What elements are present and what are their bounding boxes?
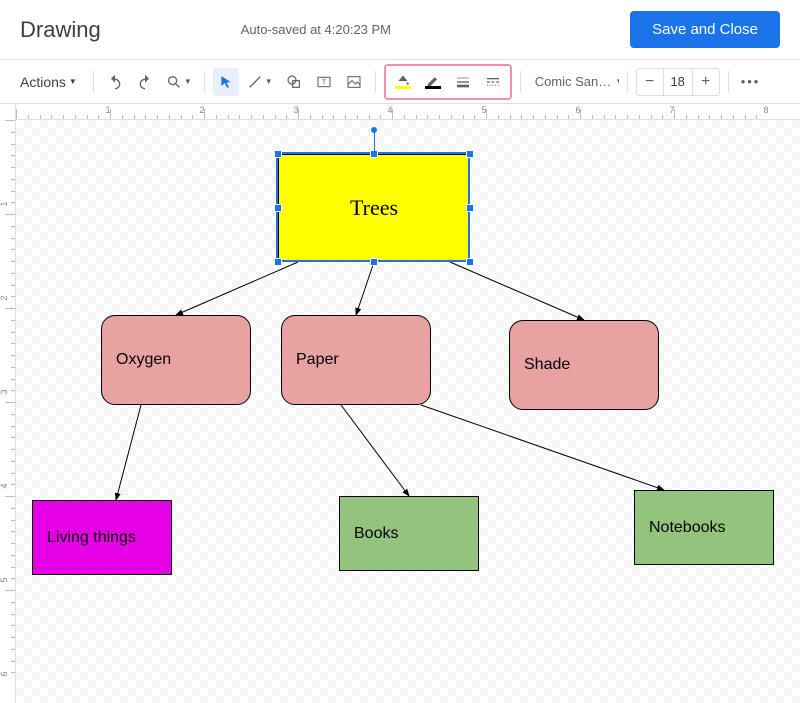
redo-icon [137,74,153,90]
font-size-input[interactable]: 18 [663,69,693,95]
dialog-title: Drawing [20,17,101,43]
line-icon [247,74,263,90]
image-tool[interactable] [341,68,367,96]
more-options-button[interactable]: ••• [737,68,765,96]
border-color-button[interactable] [420,68,446,96]
chevron-down-icon: ▼ [265,77,273,86]
undo-icon [107,74,123,90]
toolbar-separator [728,71,729,93]
redo-button[interactable] [132,68,158,96]
drawing-canvas[interactable]: Trees Oxygen Paper Shade Living things Books N… [16,120,800,703]
font-name-label: Comic San… [535,74,612,89]
shape-label: Living things [47,529,136,547]
zoom-menu[interactable]: ▼ [162,68,196,96]
font-family-select[interactable]: Comic San… ▼ [529,74,619,89]
selection-handle[interactable] [274,150,282,158]
border-dash-button[interactable] [480,68,506,96]
cursor-icon [219,75,233,89]
horizontal-ruler: 12345678 [16,104,800,120]
shape-paper[interactable]: Paper [281,315,431,405]
image-icon [346,74,362,90]
shape-notebooks[interactable]: Notebooks [634,490,774,565]
font-size-control: − 18 + [636,68,720,96]
formatting-highlight-group [384,64,512,100]
arrow-trees-shade[interactable] [450,262,584,320]
select-tool[interactable] [213,68,239,96]
dialog-header: Drawing Auto-saved at 4:20:23 PM Save an… [0,0,800,60]
actions-label: Actions [20,74,66,90]
shape-label: Oxygen [116,351,171,369]
svg-text:T: T [321,77,326,86]
selection-handle[interactable] [466,150,474,158]
selection-handle[interactable] [274,204,282,212]
selection-handle[interactable] [274,258,282,266]
more-icon: ••• [741,74,761,89]
chevron-down-icon: ▼ [69,77,77,86]
shape-books[interactable]: Books [339,496,479,571]
chevron-down-icon: ▼ [615,77,618,86]
selection-handle[interactable] [466,204,474,212]
fill-color-icon [394,74,412,89]
shape-label: Notebooks [649,519,726,537]
toolbar-separator [93,71,94,93]
toolbar-separator [375,71,376,93]
selection-handle[interactable] [370,258,378,266]
shape-icon [286,74,302,90]
shape-label: Books [354,525,398,543]
shape-tool[interactable] [281,68,307,96]
shape-label: Paper [296,351,339,369]
autosave-status: Auto-saved at 4:20:23 PM [121,22,610,37]
save-and-close-button[interactable]: Save and Close [630,11,780,48]
shape-oxygen[interactable]: Oxygen [101,315,251,405]
toolbar: Actions ▼ ▼ ▼ T [0,60,800,104]
increase-font-button[interactable]: + [693,69,719,95]
border-dash-icon [485,74,501,90]
zoom-icon [166,74,182,90]
shape-trees[interactable]: Trees [278,154,470,262]
canvas-area: 123456 12345678 Trees Oxygen Paper Shade Liv… [0,104,800,703]
arrow-trees-paper[interactable] [356,262,374,315]
toolbar-separator [520,71,521,93]
toolbar-separator [204,71,205,93]
chevron-down-icon: ▼ [184,77,192,86]
arrow-paper-notebooks[interactable] [421,405,664,490]
arrow-trees-oxygen[interactable] [176,262,298,315]
border-color-icon [424,74,442,89]
arrow-paper-books[interactable] [341,405,409,496]
fill-color-button[interactable] [390,68,416,96]
selection-handle[interactable] [466,258,474,266]
shape-label: Shade [524,356,570,374]
textbox-icon: T [316,74,332,90]
rotation-stem [374,130,375,152]
actions-menu[interactable]: Actions ▼ [12,68,85,96]
textbox-tool[interactable]: T [311,68,337,96]
shape-label: Trees [350,195,398,221]
shape-shade[interactable]: Shade [509,320,659,410]
decrease-font-button[interactable]: − [637,69,663,95]
shape-living[interactable]: Living things [32,500,172,575]
border-weight-icon [455,74,471,90]
border-weight-button[interactable] [450,68,476,96]
vertical-ruler: 123456 [0,104,16,703]
line-tool[interactable]: ▼ [243,68,277,96]
undo-button[interactable] [102,68,128,96]
arrow-oxygen-living[interactable] [116,405,141,500]
toolbar-separator [627,71,628,93]
